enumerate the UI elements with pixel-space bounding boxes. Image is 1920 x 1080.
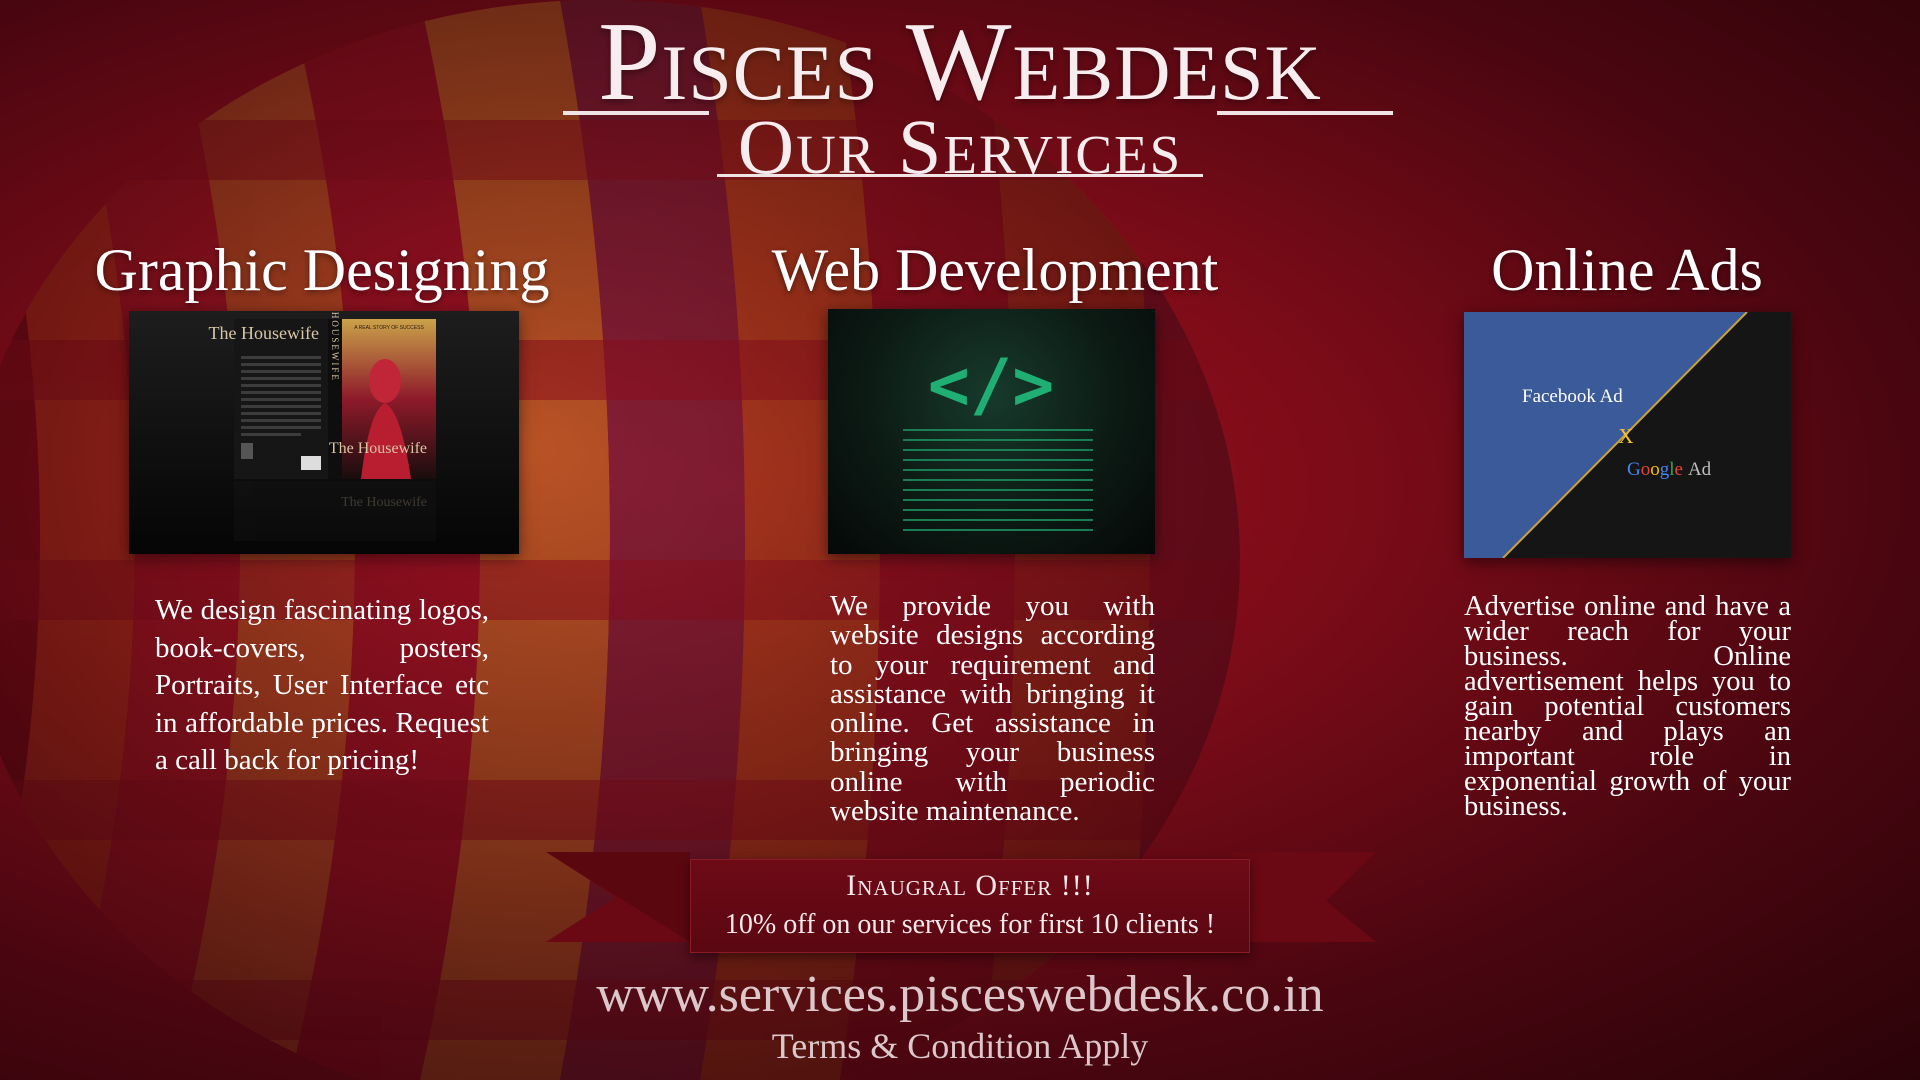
offer-text: 10% off on our services for first 10 cli…	[724, 909, 1216, 940]
book-tagline: A REAL STORY OF SUCCESS	[354, 325, 424, 331]
graphic-designing-image: The Housewife THE HOUSEWIFE A REAL STORY…	[129, 311, 519, 554]
book-reflection-title: The Housewife	[341, 495, 427, 510]
service-description-web-development: We provide you with website designs acco…	[830, 590, 1155, 828]
book-back-title: The Housewife	[209, 323, 319, 343]
service-description-graphic-designing: We design fascinating logos, book-covers…	[155, 594, 489, 776]
book-front-title: The Housewife	[329, 440, 427, 457]
book-cover-mockup: The Housewife THE HOUSEWIFE A REAL STORY…	[129, 311, 519, 554]
website-url-link[interactable]: www.services.pisceswebdesk.co.in	[0, 966, 1920, 1024]
subtitle-underline	[717, 174, 1203, 177]
code-icon: </>	[928, 344, 1054, 426]
online-ads-image: Facebook Ad X Google Ad	[1464, 312, 1791, 558]
page-title: Pisces Webdesk	[598, 0, 1322, 124]
service-title-graphic-designing: Graphic Designing	[94, 237, 550, 303]
offer-title: Inaugral Offer !!!	[846, 869, 1094, 902]
google-ad-suffix: Ad	[1688, 459, 1712, 480]
google-ad-label: Google Ad	[1627, 459, 1712, 480]
service-title-web-development: Web Development	[771, 237, 1219, 303]
web-development-image: </>	[828, 309, 1155, 554]
service-title-online-ads: Online Ads	[1491, 237, 1763, 303]
terms-note: Terms & Condition Apply	[771, 1026, 1149, 1066]
service-description-online-ads: Advertise online and have a wider reach …	[1464, 591, 1791, 822]
code-tag-graphic: </>	[903, 344, 1093, 531]
offer-banner: Inaugral Offer !!! 10% off on our servic…	[690, 859, 1250, 953]
ads-split-graphic: Facebook Ad X Google Ad	[1464, 312, 1748, 558]
versus-separator: X	[1618, 424, 1633, 448]
facebook-ad-label: Facebook Ad	[1522, 386, 1623, 407]
book-spine-text: THE HOUSEWIFE	[330, 311, 340, 382]
